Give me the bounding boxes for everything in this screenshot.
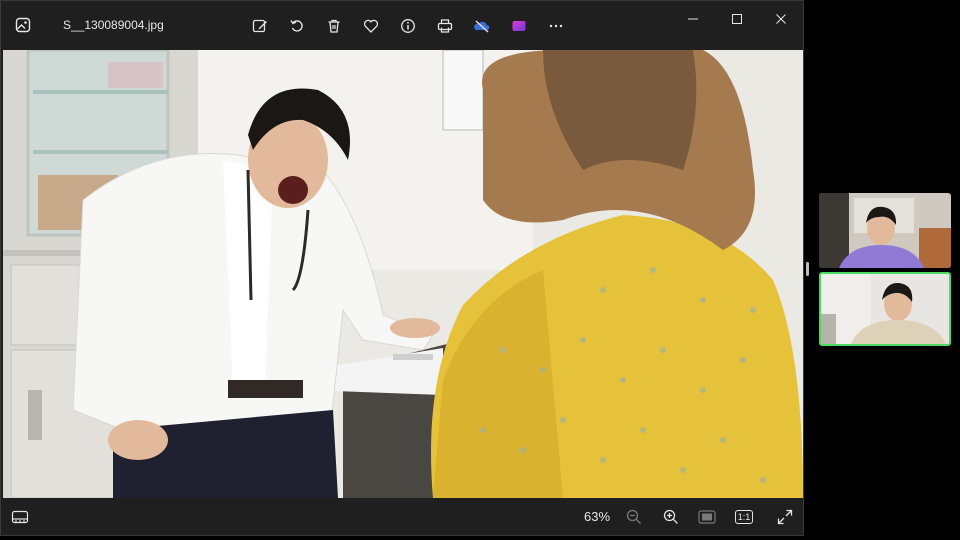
- zoom-in-icon: [663, 509, 678, 524]
- participant-video: [819, 193, 951, 268]
- zoom-in-button[interactable]: [661, 507, 681, 527]
- video-tile-participant-2-active[interactable]: [819, 272, 951, 346]
- window-controls: [671, 1, 803, 37]
- fullscreen-button[interactable]: [775, 507, 795, 527]
- main-photo: [3, 50, 803, 498]
- title-bar: S__130089004.jpg: [1, 1, 803, 49]
- favorite-button[interactable]: [352, 13, 389, 39]
- delete-icon: [328, 19, 339, 33]
- photo-viewer-window: S__130089004.jpg 63% 1:1: [0, 0, 804, 536]
- zoom-level: 63%: [584, 509, 611, 524]
- minimize-icon: [688, 18, 698, 20]
- bottom-bar: 63% 1:1: [1, 499, 803, 535]
- fit-icon: [698, 510, 716, 524]
- print-button[interactable]: [426, 13, 463, 39]
- onedrive-icon: [473, 20, 489, 33]
- minimize-button[interactable]: [671, 1, 715, 37]
- close-button[interactable]: [759, 1, 803, 37]
- actual-size-icon: 1:1: [734, 510, 754, 524]
- toolbar: [241, 13, 574, 39]
- filmstrip-button[interactable]: [11, 509, 29, 525]
- zoom-out-icon: [626, 509, 641, 524]
- onedrive-button[interactable]: [463, 13, 500, 39]
- zoom-out-button[interactable]: [624, 507, 644, 527]
- filmstrip-icon: [11, 510, 29, 524]
- close-icon: [776, 14, 786, 24]
- edit-button[interactable]: [241, 13, 278, 39]
- participant-video: [821, 274, 949, 344]
- video-tile-participant-1[interactable]: [819, 193, 951, 268]
- info-button[interactable]: [389, 13, 426, 39]
- more-button[interactable]: [537, 13, 574, 39]
- fit-to-window-button[interactable]: [697, 507, 717, 527]
- clipchamp-button[interactable]: [500, 13, 537, 39]
- maximize-button[interactable]: [715, 1, 759, 37]
- file-name: S__130089004.jpg: [63, 18, 164, 32]
- info-icon: [400, 19, 415, 33]
- photo-illustration: [3, 50, 803, 498]
- maximize-icon: [732, 14, 742, 24]
- actual-size-button[interactable]: 1:1: [734, 507, 754, 527]
- edit-icon: [252, 19, 267, 33]
- splitter-handle[interactable]: [806, 262, 809, 276]
- print-icon: [437, 19, 452, 33]
- rotate-icon: [289, 20, 303, 32]
- rotate-button[interactable]: [278, 13, 315, 39]
- clipchamp-icon: [512, 21, 525, 31]
- delete-button[interactable]: [315, 13, 352, 39]
- fullscreen-icon: [777, 509, 793, 525]
- favorite-icon: [363, 19, 378, 33]
- photos-app-icon: [15, 17, 31, 33]
- more-icon: [549, 24, 562, 28]
